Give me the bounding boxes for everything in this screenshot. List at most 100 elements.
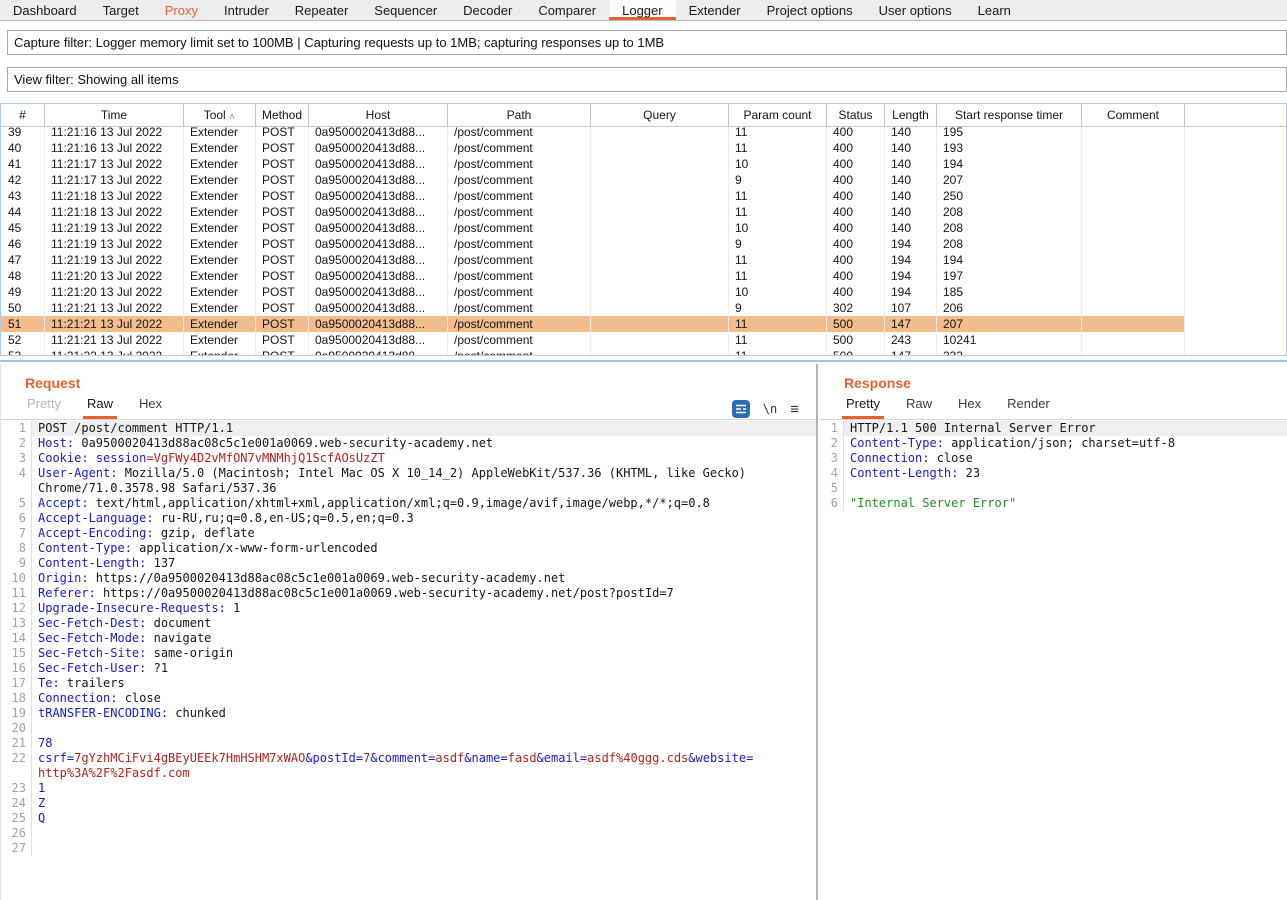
code-line[interactable]: 4Content-Length: 23 bbox=[820, 466, 1287, 481]
tab-project-options[interactable]: Project options bbox=[754, 0, 866, 20]
code-line[interactable]: 14Sec-Fetch-Mode: navigate bbox=[1, 631, 817, 646]
table-row[interactable]: 3911:21:16 13 Jul 2022ExtenderPOST0a9500… bbox=[1, 127, 1185, 140]
table-row[interactable]: 4911:21:20 13 Jul 2022ExtenderPOST0a9500… bbox=[1, 284, 1185, 300]
table-row[interactable]: 5211:21:21 13 Jul 2022ExtenderPOST0a9500… bbox=[1, 332, 1185, 348]
column-header-length[interactable]: Length bbox=[885, 104, 937, 126]
response-tab-render[interactable]: Render bbox=[1003, 396, 1054, 419]
code-line[interactable]: 6Accept-Language: ru-RU,ru;q=0.8,en-US;q… bbox=[1, 511, 817, 526]
table-row[interactable]: 4811:21:20 13 Jul 2022ExtenderPOST0a9500… bbox=[1, 268, 1185, 284]
code-line[interactable]: 18Connection: close bbox=[1, 691, 817, 706]
tab-sequencer[interactable]: Sequencer bbox=[361, 0, 450, 20]
code-line[interactable]: 10Origin: https://0a9500020413d88ac08c5c… bbox=[1, 571, 817, 586]
code-line[interactable]: 26 bbox=[1, 826, 817, 841]
tab-comparer[interactable]: Comparer bbox=[525, 0, 609, 20]
code-line[interactable]: 19tRANSFER-ENCODING: chunked bbox=[1, 706, 817, 721]
request-tab-hex[interactable]: Hex bbox=[135, 396, 166, 419]
table-cell-query bbox=[591, 156, 729, 172]
column-header-path[interactable]: Path bbox=[448, 104, 591, 126]
line-number: 26 bbox=[1, 826, 32, 841]
table-row[interactable]: 4311:21:18 13 Jul 2022ExtenderPOST0a9500… bbox=[1, 188, 1185, 204]
code-line[interactable]: 25Q bbox=[1, 811, 817, 826]
code-line[interactable]: 11Referer: https://0a9500020413d88ac08c5… bbox=[1, 586, 817, 601]
code-line[interactable]: 4User-Agent: Mozilla/5.0 (Macintosh; Int… bbox=[1, 466, 817, 481]
code-line[interactable]: 5 bbox=[820, 481, 1287, 496]
request-tab-pretty[interactable]: Pretty bbox=[23, 396, 65, 419]
table-row[interactable]: 5311:21:22 13 Jul 2022ExtenderPOST0a9500… bbox=[1, 348, 1185, 355]
code-line[interactable]: Chrome/71.0.3578.98 Safari/537.36 bbox=[1, 481, 817, 496]
table-cell--: 44 bbox=[1, 204, 45, 220]
code-line[interactable]: 24Z bbox=[1, 796, 817, 811]
code-line[interactable]: 9Content-Length: 137 bbox=[1, 556, 817, 571]
code-line[interactable]: 2Host: 0a9500020413d88ac08c5c1e001a0069.… bbox=[1, 436, 817, 451]
table-row[interactable]: 4211:21:17 13 Jul 2022ExtenderPOST0a9500… bbox=[1, 172, 1185, 188]
newline-toggle-icon[interactable]: \n bbox=[763, 402, 777, 416]
table-horizontal-scrollbar[interactable] bbox=[0, 355, 1287, 362]
column-header-time[interactable]: Time bbox=[45, 104, 184, 126]
line-number: 1 bbox=[1, 421, 32, 436]
code-line[interactable]: 231 bbox=[1, 781, 817, 796]
code-line[interactable]: 16Sec-Fetch-User: ?1 bbox=[1, 661, 817, 676]
tab-intruder[interactable]: Intruder bbox=[211, 0, 282, 20]
code-line[interactable]: 7Accept-Encoding: gzip, deflate bbox=[1, 526, 817, 541]
table-row[interactable]: 5011:21:21 13 Jul 2022ExtenderPOST0a9500… bbox=[1, 300, 1185, 316]
column-header-param-count[interactable]: Param count bbox=[729, 104, 827, 126]
column-header-comment[interactable]: Comment bbox=[1082, 104, 1185, 126]
code-line[interactable]: 13Sec-Fetch-Dest: document bbox=[1, 616, 817, 631]
column-header-query[interactable]: Query bbox=[591, 104, 729, 126]
code-line[interactable]: http%3A%2F%2Fasdf.com bbox=[1, 766, 817, 781]
panel-menu-icon[interactable]: ≡ bbox=[790, 401, 799, 418]
code-text: Content-Type: application/x-www-form-url… bbox=[32, 541, 817, 556]
column-header--[interactable]: # bbox=[1, 104, 45, 126]
table-row[interactable]: 4011:21:16 13 Jul 2022ExtenderPOST0a9500… bbox=[1, 140, 1185, 156]
response-tab-pretty[interactable]: Pretty bbox=[842, 396, 884, 419]
code-line[interactable]: 1POST /post/comment HTTP/1.1 bbox=[1, 421, 817, 436]
column-header-tool[interactable]: Tool∧ bbox=[184, 104, 256, 126]
response-tab-raw[interactable]: Raw bbox=[902, 396, 936, 419]
tab-repeater[interactable]: Repeater bbox=[282, 0, 361, 20]
table-row[interactable]: 5111:21:21 13 Jul 2022ExtenderPOST0a9500… bbox=[1, 316, 1185, 332]
code-line[interactable]: 5Accept: text/html,application/xhtml+xml… bbox=[1, 496, 817, 511]
tab-learn[interactable]: Learn bbox=[965, 0, 1024, 20]
column-header-start-response-timer[interactable]: Start response timer bbox=[937, 104, 1082, 126]
view-filter-bar[interactable]: View filter: Showing all items bbox=[7, 67, 1287, 92]
response-editor[interactable]: 1HTTP/1.1 500 Internal Server Error2Cont… bbox=[820, 421, 1287, 900]
prettify-icon[interactable] bbox=[732, 400, 750, 418]
table-row[interactable]: 4411:21:18 13 Jul 2022ExtenderPOST0a9500… bbox=[1, 204, 1185, 220]
tab-user-options[interactable]: User options bbox=[866, 0, 965, 20]
column-header-status[interactable]: Status bbox=[827, 104, 885, 126]
code-line[interactable]: 6"Internal Server Error" bbox=[820, 496, 1287, 511]
code-line[interactable]: 17Te: trailers bbox=[1, 676, 817, 691]
code-line[interactable]: 3Connection: close bbox=[820, 451, 1287, 466]
column-header-host[interactable]: Host bbox=[309, 104, 448, 126]
panel-divider[interactable] bbox=[816, 364, 818, 900]
request-tab-raw[interactable]: Raw bbox=[83, 396, 117, 419]
table-cell-tool: Extender bbox=[184, 268, 256, 284]
code-text: Connection: close bbox=[844, 451, 1287, 466]
tab-proxy[interactable]: Proxy bbox=[152, 0, 211, 20]
code-line[interactable]: 27 bbox=[1, 841, 817, 856]
tab-decoder[interactable]: Decoder bbox=[450, 0, 525, 20]
code-line[interactable]: 1HTTP/1.1 500 Internal Server Error bbox=[820, 421, 1287, 436]
request-editor[interactable]: 1POST /post/comment HTTP/1.12Host: 0a950… bbox=[1, 421, 817, 900]
tab-dashboard[interactable]: Dashboard bbox=[0, 0, 90, 20]
table-row[interactable]: 4711:21:19 13 Jul 2022ExtenderPOST0a9500… bbox=[1, 252, 1185, 268]
code-line[interactable]: 8Content-Type: application/x-www-form-ur… bbox=[1, 541, 817, 556]
code-line[interactable]: 15Sec-Fetch-Site: same-origin bbox=[1, 646, 817, 661]
code-line[interactable]: 20 bbox=[1, 721, 817, 736]
response-tab-hex[interactable]: Hex bbox=[954, 396, 985, 419]
table-cell-path: /post/comment bbox=[448, 127, 591, 140]
table-row[interactable]: 4611:21:19 13 Jul 2022ExtenderPOST0a9500… bbox=[1, 236, 1185, 252]
code-line[interactable]: 12Upgrade-Insecure-Requests: 1 bbox=[1, 601, 817, 616]
code-line[interactable]: 2178 bbox=[1, 736, 817, 751]
table-row[interactable]: 4111:21:17 13 Jul 2022ExtenderPOST0a9500… bbox=[1, 156, 1185, 172]
code-line[interactable]: 2Content-Type: application/json; charset… bbox=[820, 436, 1287, 451]
tab-extender[interactable]: Extender bbox=[676, 0, 754, 20]
table-row[interactable]: 4511:21:19 13 Jul 2022ExtenderPOST0a9500… bbox=[1, 220, 1185, 236]
tab-logger[interactable]: Logger bbox=[609, 0, 675, 20]
tab-target[interactable]: Target bbox=[90, 0, 152, 20]
column-header-method[interactable]: Method bbox=[256, 104, 309, 126]
code-line[interactable]: 22csrf=7gYzhMCiFvi4gBEyUEEk7HmHSHM7xWAO&… bbox=[1, 751, 817, 766]
table-cell-path: /post/comment bbox=[448, 268, 591, 284]
capture-filter-bar[interactable]: Capture filter: Logger memory limit set … bbox=[7, 30, 1287, 55]
code-line[interactable]: 3Cookie: session=VgFWy4D2vMfON7vMNMhjQ1S… bbox=[1, 451, 817, 466]
